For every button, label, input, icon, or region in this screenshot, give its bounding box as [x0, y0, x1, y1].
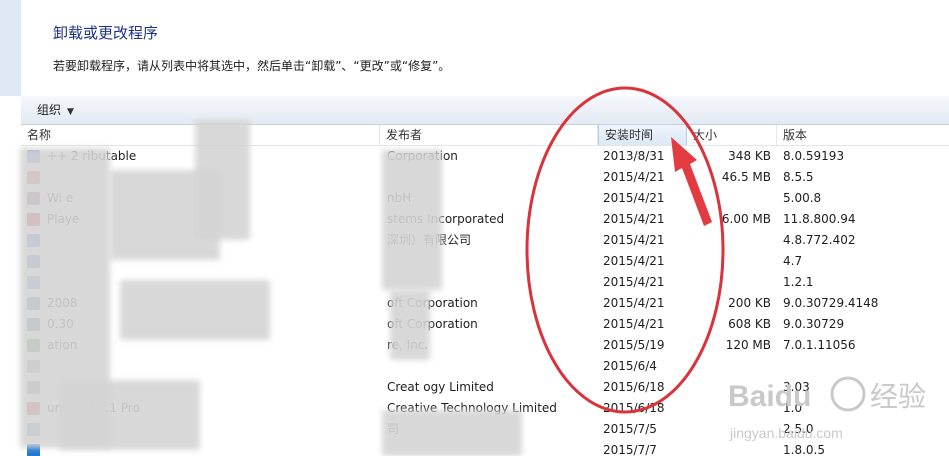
watermark: Baidu 经验 jingyan.baidu.com: [728, 372, 938, 455]
watermark-url: jingyan.baidu.com: [729, 425, 843, 441]
cell-version: 5.00.8: [783, 191, 822, 205]
column-size-label: 大小: [693, 128, 718, 142]
watermark-logo: Baidu 经验 jingyan.baidu.com: [728, 376, 926, 441]
cell-size: [687, 272, 771, 293]
page-header: 卸载或更改程序 若要卸载程序，请从列表中将其选中，然后单击“卸载”、“更改”或“…: [21, 0, 949, 97]
redaction-blur: [195, 120, 250, 240]
watermark-brand: Baidu: [728, 380, 811, 413]
cell-size: 200 KB: [728, 296, 771, 310]
cell-size: 120 MB: [725, 338, 771, 352]
cell-size: [687, 230, 771, 251]
column-name-label: 名称: [27, 128, 52, 142]
cell-size: 608 KB: [728, 317, 771, 331]
cell-version: 4.7: [783, 254, 803, 268]
cell-version: 7.0.1.11056: [783, 338, 856, 352]
redaction-blur: [390, 290, 430, 360]
cell-publisher: Creat ogy Limited: [387, 380, 494, 394]
page-description: 若要卸载程序，请从列表中将其选中，然后单击“卸载”、“更改”或“修复”。: [53, 59, 451, 73]
organize-button[interactable]: 组织 ▼: [33, 100, 78, 120]
cell-size: 348 KB: [728, 149, 771, 163]
window-left-edge: [0, 0, 22, 96]
sort-ascending-icon: ▲: [643, 127, 650, 136]
column-header-bar: 名称 发布者 ▲ 安装时间 大小 版本: [21, 125, 949, 146]
cell-size: [687, 188, 771, 209]
chevron-down-icon: ▼: [67, 107, 74, 117]
redaction-blur: [120, 280, 270, 340]
command-bar: 组织 ▼: [21, 96, 949, 125]
cell-version: 11.8.800.94: [783, 212, 856, 226]
cell-version: 8.0.59193: [783, 149, 845, 163]
column-header-publisher[interactable]: 发布者: [380, 125, 598, 145]
cell-version: 9.0.30729: [783, 317, 845, 331]
watermark-cn: 经验: [870, 380, 926, 413]
redaction-blur: [60, 380, 200, 450]
cell-size: 46.5 MB: [721, 170, 771, 184]
column-publisher-label: 发布者: [386, 128, 423, 142]
column-header-installed-on[interactable]: ▲ 安装时间: [598, 125, 687, 145]
organize-label: 组织: [37, 103, 62, 117]
cell-version: 1.2.1: [783, 275, 814, 289]
cell-size: 6.00 MB: [721, 212, 771, 226]
cell-size: [687, 251, 771, 272]
table-row[interactable]: ++ 2 ributableCorporation2013/8/31348 KB…: [21, 146, 949, 167]
column-version-label: 版本: [783, 128, 808, 142]
page-title: 卸载或更改程序: [53, 24, 159, 42]
cell-version: 4.8.772.402: [783, 233, 856, 247]
redaction-blur: [382, 150, 442, 290]
redaction-blur: [382, 410, 522, 456]
column-header-version[interactable]: 版本: [777, 125, 949, 145]
cell-version: 9.0.30729.4148: [783, 296, 879, 310]
cell-version: 8.5.5: [783, 170, 814, 184]
column-header-size[interactable]: 大小: [687, 125, 777, 145]
